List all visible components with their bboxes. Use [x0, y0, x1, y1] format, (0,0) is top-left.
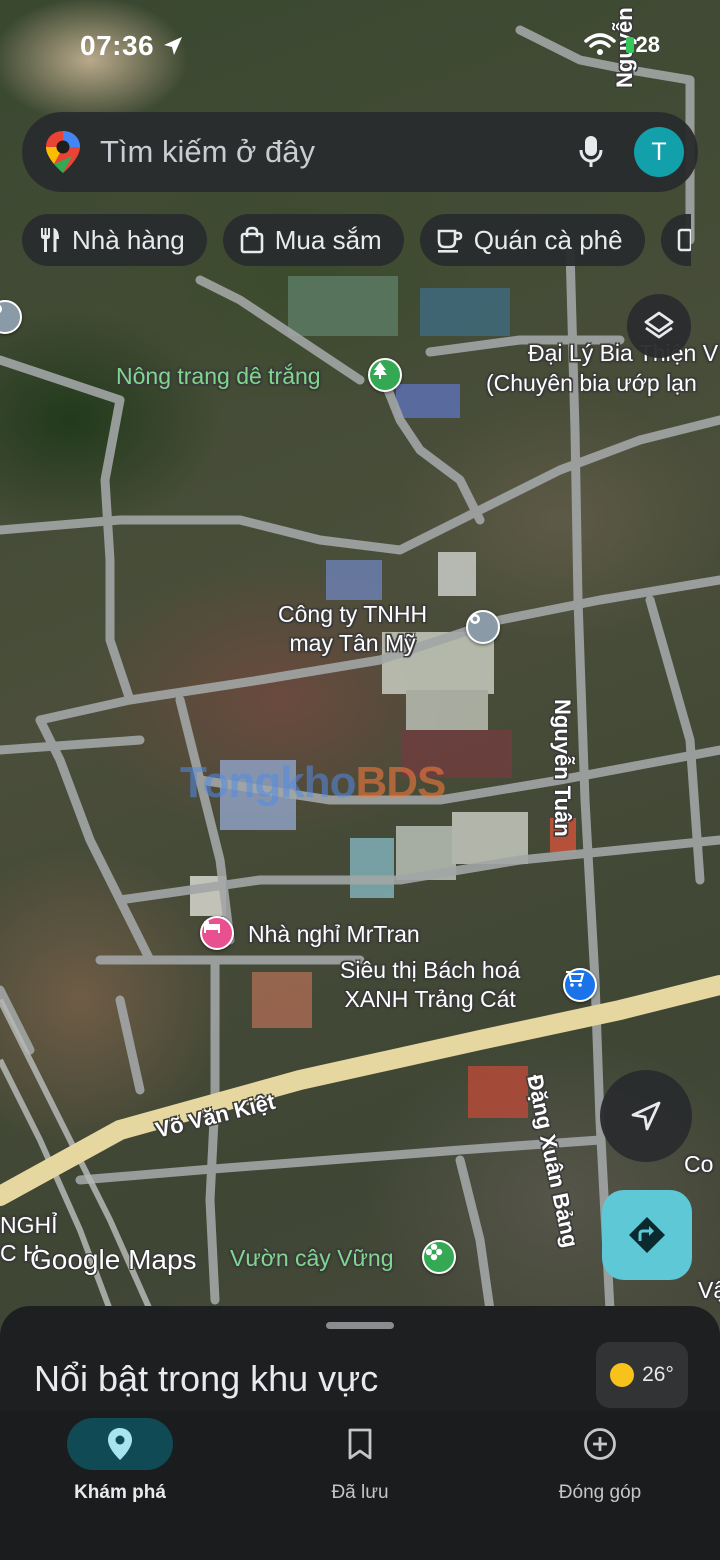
- place-label-nha-nghi[interactable]: Nhà nghỉ MrTran: [248, 920, 420, 949]
- place-label-vuon-cay[interactable]: Vườn cây Vững: [230, 1244, 394, 1273]
- bookmark-icon: [348, 1428, 372, 1460]
- google-maps-attribution: Google Maps: [30, 1244, 197, 1275]
- gas-station-icon: [677, 228, 691, 252]
- place-label-sieu-thi-line2: XANH Trảng Cát: [344, 985, 516, 1012]
- avatar[interactable]: T: [634, 127, 684, 177]
- chip-more[interactable]: [660, 214, 691, 266]
- watermark: TongkhoBDS: [180, 758, 446, 807]
- search-bar[interactable]: Tìm kiếm ở đây T: [22, 112, 698, 192]
- place-label-edge-nghi-line1: NGHỈ: [0, 1212, 58, 1238]
- directions-icon: [629, 1217, 665, 1253]
- explore-sheet[interactable]: Nổi bật trong khu vực 26°: [0, 1306, 720, 1426]
- status-time: 07:36: [80, 30, 184, 62]
- microphone-icon[interactable]: [578, 134, 604, 170]
- tab-contribute-label: Đóng góp: [558, 1482, 642, 1503]
- category-chips: Nhà hàng Mua sắm Quán cà phê: [22, 214, 691, 266]
- google-maps-logo-icon: [46, 131, 80, 173]
- road-label-nguyen-tuan: Nguyễn Tuân: [550, 699, 575, 837]
- sun-icon: [610, 1363, 635, 1387]
- sheet-title: Nổi bật trong khu vực: [34, 1358, 379, 1399]
- battery-level: 28: [625, 32, 660, 58]
- place-label-cong-ty-line2: may Tân Mỹ: [289, 629, 416, 656]
- my-location-button[interactable]: [600, 1070, 692, 1162]
- fork-knife-icon: [38, 226, 62, 254]
- place-label-sieu-thi-line1: Siêu thị Bách hoá: [340, 957, 521, 983]
- place-pin-icon[interactable]: [466, 610, 500, 644]
- place-label-nong-trang[interactable]: Nông trang dê trắng: [116, 362, 321, 391]
- place-label-cong-ty[interactable]: Công ty TNHH may Tân Mỹ: [278, 600, 427, 658]
- tab-explore-label: Khám phá: [74, 1482, 166, 1503]
- temperature: 26°: [642, 1363, 674, 1386]
- map-pin-icon: [108, 1428, 132, 1460]
- chip-shopping-label: Mua sắm: [274, 224, 382, 255]
- search-input[interactable]: Tìm kiếm ở đây: [100, 134, 578, 170]
- bottom-nav: Khám phá Đã lưu Đóng góp: [0, 1410, 720, 1560]
- tab-saved[interactable]: Đã lưu: [240, 1410, 480, 1560]
- chip-restaurants[interactable]: Nhà hàng: [22, 214, 207, 266]
- place-label-sieu-thi[interactable]: Siêu thị Bách hoá XANH Trảng Cát: [340, 956, 520, 1014]
- flower-icon[interactable]: [422, 1240, 456, 1274]
- chip-restaurants-label: Nhà hàng: [72, 224, 185, 255]
- chip-shopping[interactable]: Mua sắm: [222, 214, 404, 266]
- sheet-drag-handle[interactable]: [326, 1322, 394, 1329]
- chip-coffee-label: Quán cà phê: [473, 224, 623, 255]
- shopping-bag-icon: [239, 226, 265, 254]
- tab-explore-indicator: [67, 1418, 173, 1470]
- place-label-edge-va: Vậ: [698, 1277, 720, 1303]
- add-circle-icon: [584, 1428, 616, 1460]
- place-label-edge-co: Co: [684, 1151, 714, 1177]
- layers-button[interactable]: [627, 294, 691, 358]
- bed-icon[interactable]: [200, 916, 234, 950]
- weather-badge[interactable]: 26°: [596, 1342, 688, 1408]
- tab-explore[interactable]: Khám phá: [0, 1410, 240, 1560]
- place-label-dai-ly-line2: (Chuyên bia ướp lạn: [486, 370, 697, 397]
- status-bar: 07:36 28: [0, 30, 720, 70]
- tab-contribute[interactable]: Đóng góp: [480, 1410, 720, 1560]
- chip-coffee[interactable]: Quán cà phê: [419, 214, 645, 266]
- navigation-arrow-icon: [631, 1101, 661, 1131]
- place-label-dai-ly-bia[interactable]: Đại Lý Bia Thiện V (Chuyên bia ướp lạn: [486, 338, 718, 399]
- place-label-cong-ty-line1: Công ty TNHH: [278, 601, 428, 627]
- directions-button[interactable]: [602, 1190, 692, 1280]
- shopping-cart-icon[interactable]: [563, 968, 597, 1002]
- layers-icon: [644, 311, 674, 339]
- tab-contribute-indicator: [547, 1418, 653, 1470]
- tab-saved-indicator: [307, 1418, 413, 1470]
- tab-saved-label: Đã lưu: [331, 1482, 389, 1503]
- location-arrow-icon: [164, 37, 183, 55]
- coffee-cup-icon: [436, 226, 464, 254]
- wifi-icon: [583, 33, 616, 55]
- tree-icon[interactable]: [368, 358, 402, 392]
